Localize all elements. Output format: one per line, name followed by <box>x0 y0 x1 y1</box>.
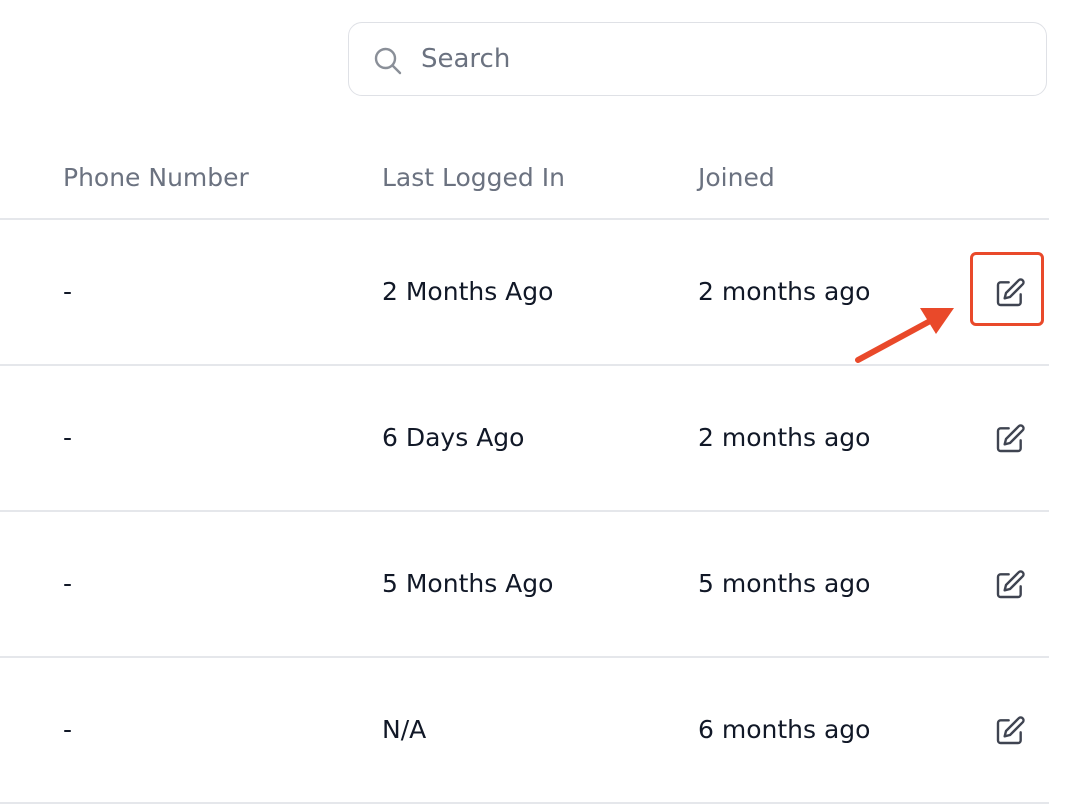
edit-button[interactable] <box>990 565 1030 605</box>
table-row: - N/A 6 months ago <box>0 658 1049 804</box>
table-row: - 6 Days Ago 2 months ago <box>0 366 1049 512</box>
cell-joined: 6 months ago <box>698 715 871 744</box>
table-row: - 2 Months Ago 2 months ago <box>0 220 1049 366</box>
cell-phone-number: - <box>63 715 73 744</box>
cell-joined: 2 months ago <box>698 423 871 452</box>
cell-phone-number: - <box>63 277 73 306</box>
table-header: Phone Number Last Logged In Joined <box>0 140 1049 220</box>
cell-phone-number: - <box>63 569 73 598</box>
edit-icon <box>996 278 1025 307</box>
cell-last-logged-in: 2 Months Ago <box>382 277 554 306</box>
cell-joined: 2 months ago <box>698 277 871 306</box>
edit-icon <box>996 570 1025 599</box>
edit-icon <box>996 424 1025 453</box>
cell-last-logged-in: N/A <box>382 715 427 744</box>
column-header-last-logged-in[interactable]: Last Logged In <box>382 163 565 192</box>
cell-last-logged-in: 5 Months Ago <box>382 569 554 598</box>
users-table-page: Phone Number Last Logged In Joined - 2 M… <box>0 0 1072 806</box>
edit-button[interactable] <box>990 419 1030 459</box>
table-row: - 5 Months Ago 5 months ago <box>0 512 1049 658</box>
search-icon <box>374 47 402 75</box>
cell-joined: 5 months ago <box>698 569 871 598</box>
edit-icon <box>996 716 1025 745</box>
cell-phone-number: - <box>63 423 73 452</box>
column-header-phone-number[interactable]: Phone Number <box>63 163 249 192</box>
edit-button[interactable] <box>990 273 1030 313</box>
search-box[interactable] <box>348 22 1047 96</box>
edit-button[interactable] <box>990 711 1030 751</box>
column-header-joined[interactable]: Joined <box>698 163 775 192</box>
search-input[interactable] <box>421 39 1021 79</box>
cell-last-logged-in: 6 Days Ago <box>382 423 525 452</box>
